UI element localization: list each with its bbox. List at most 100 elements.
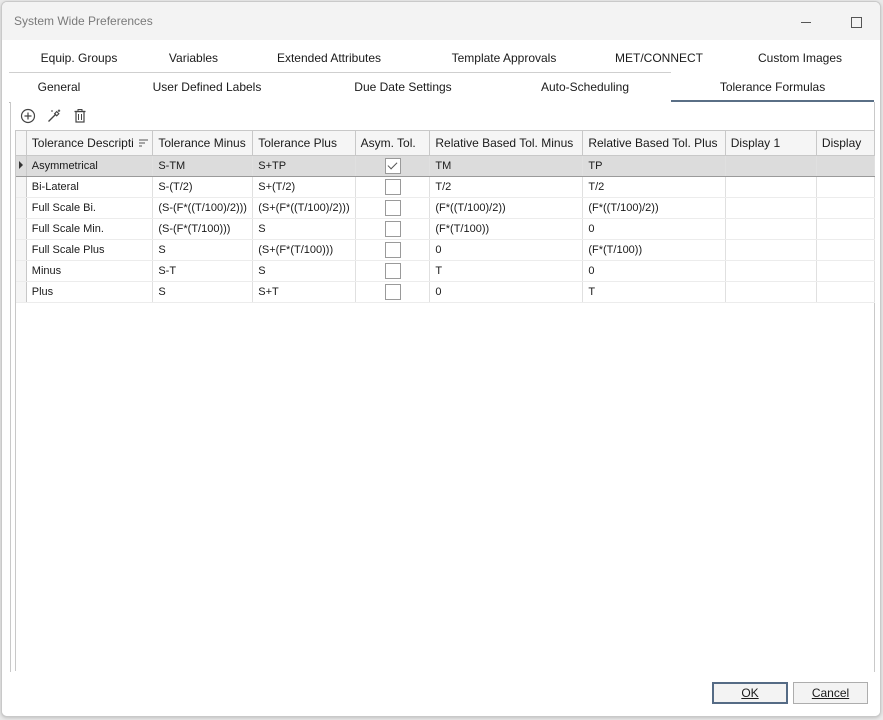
cell-tolerance-minus[interactable]: (S-(F*(T/100))) bbox=[152, 218, 254, 240]
minimize-icon bbox=[801, 21, 811, 23]
title-bar: System Wide Preferences bbox=[2, 2, 880, 40]
edit-button[interactable] bbox=[43, 105, 65, 127]
asym-checkbox[interactable] bbox=[384, 221, 401, 237]
table-row[interactable]: Minus S-T S T 0 bbox=[16, 260, 875, 282]
row-indicator bbox=[16, 260, 27, 282]
tab-met-connect[interactable]: MET/CONNECT bbox=[599, 44, 719, 73]
col-header-display-1[interactable]: Display 1 bbox=[725, 131, 817, 156]
delete-button[interactable] bbox=[69, 105, 91, 127]
col-header-tolerance-minus[interactable]: Tolerance Minus bbox=[152, 131, 254, 156]
table-row[interactable]: Full Scale Bi. (S-(F*((T/100)/2))) (S+(F… bbox=[16, 197, 875, 219]
col-header-description[interactable]: Tolerance Descripti bbox=[26, 131, 154, 156]
cell-display-2[interactable] bbox=[816, 176, 875, 198]
row-indicator bbox=[16, 155, 27, 177]
cell-display-2[interactable] bbox=[816, 239, 875, 261]
col-header-asym-tol[interactable]: Asym. Tol. bbox=[355, 131, 431, 156]
cell-rel-minus[interactable]: 0 bbox=[429, 281, 584, 303]
table-row[interactable]: Full Scale Plus S (S+(F*(T/100))) 0 (F*(… bbox=[16, 239, 875, 261]
dialog-content: Equip. Groups Variables Extended Attribu… bbox=[9, 40, 875, 673]
cell-rel-minus[interactable]: TM bbox=[429, 155, 584, 177]
cell-tolerance-minus[interactable]: S bbox=[152, 281, 254, 303]
ok-button[interactable]: OK bbox=[712, 682, 788, 704]
cell-description[interactable]: Plus bbox=[26, 281, 154, 303]
cell-description[interactable]: Asymmetrical bbox=[26, 155, 154, 177]
tab-extended-attributes[interactable]: Extended Attributes bbox=[259, 44, 399, 73]
tab-user-defined-labels[interactable]: User Defined Labels bbox=[137, 73, 277, 102]
cell-asym-tol bbox=[355, 218, 431, 240]
cell-display-2[interactable] bbox=[816, 218, 875, 240]
asym-checkbox[interactable] bbox=[384, 284, 401, 300]
cell-description[interactable]: Bi-Lateral bbox=[26, 176, 154, 198]
col-header-rel-plus[interactable]: Relative Based Tol. Plus bbox=[582, 131, 726, 156]
cell-display-2[interactable] bbox=[816, 155, 875, 177]
cell-tolerance-plus[interactable]: (S+(F*((T/100)/2))) bbox=[252, 197, 356, 219]
row-indicator bbox=[16, 281, 27, 303]
cancel-button-label: Cancel bbox=[811, 686, 850, 700]
tab-tolerance-formulas[interactable]: Tolerance Formulas bbox=[671, 73, 874, 103]
cell-rel-plus[interactable]: T/2 bbox=[582, 176, 726, 198]
tab-variables[interactable]: Variables bbox=[126, 44, 261, 73]
cell-tolerance-minus[interactable]: S-(T/2) bbox=[152, 176, 254, 198]
cell-display-1[interactable] bbox=[725, 155, 817, 177]
cell-description[interactable]: Full Scale Bi. bbox=[26, 197, 154, 219]
cell-tolerance-plus[interactable]: (S+(F*(T/100))) bbox=[252, 239, 356, 261]
cell-description[interactable]: Minus bbox=[26, 260, 154, 282]
col-header-rel-minus[interactable]: Relative Based Tol. Minus bbox=[429, 131, 584, 156]
cell-rel-plus[interactable]: TP bbox=[582, 155, 726, 177]
cell-rel-plus[interactable]: T bbox=[582, 281, 726, 303]
maximize-button[interactable] bbox=[842, 10, 870, 34]
cell-display-1[interactable] bbox=[725, 176, 817, 198]
tab-row-front: General User Defined Labels Due Date Set… bbox=[9, 73, 874, 103]
cell-rel-minus[interactable]: (F*(T/100)) bbox=[429, 218, 584, 240]
cell-rel-plus[interactable]: (F*(T/100)) bbox=[582, 239, 726, 261]
cell-asym-tol bbox=[355, 239, 431, 261]
cell-tolerance-minus[interactable]: (S-(F*((T/100)/2))) bbox=[152, 197, 254, 219]
table-row[interactable]: Full Scale Min. (S-(F*(T/100))) S (F*(T/… bbox=[16, 218, 875, 240]
asym-checkbox[interactable] bbox=[384, 158, 401, 174]
cell-display-2[interactable] bbox=[816, 281, 875, 303]
tab-template-approvals[interactable]: Template Approvals bbox=[429, 44, 579, 73]
cell-tolerance-plus[interactable]: S+TP bbox=[252, 155, 356, 177]
cell-rel-minus[interactable]: (F*((T/100)/2)) bbox=[429, 197, 584, 219]
add-button[interactable] bbox=[17, 105, 39, 127]
cell-tolerance-minus[interactable]: S-T bbox=[152, 260, 254, 282]
cell-rel-plus[interactable]: 0 bbox=[582, 218, 726, 240]
asym-checkbox[interactable] bbox=[384, 179, 401, 195]
minimize-button[interactable] bbox=[792, 10, 820, 34]
ok-button-label: OK bbox=[741, 686, 759, 700]
current-row-arrow-icon bbox=[19, 161, 23, 169]
cancel-button[interactable]: Cancel bbox=[793, 682, 868, 704]
cell-description[interactable]: Full Scale Plus bbox=[26, 239, 154, 261]
cell-display-1[interactable] bbox=[725, 260, 817, 282]
asym-checkbox[interactable] bbox=[384, 200, 401, 216]
cell-tolerance-plus[interactable]: S bbox=[252, 218, 356, 240]
cell-display-2[interactable] bbox=[816, 197, 875, 219]
cell-tolerance-minus[interactable]: S-TM bbox=[152, 155, 254, 177]
tab-general[interactable]: General bbox=[9, 73, 109, 102]
cell-display-1[interactable] bbox=[725, 218, 817, 240]
tab-auto-scheduling[interactable]: Auto-Scheduling bbox=[521, 73, 649, 102]
cell-tolerance-plus[interactable]: S+T bbox=[252, 281, 356, 303]
cell-description[interactable]: Full Scale Min. bbox=[26, 218, 154, 240]
cell-display-1[interactable] bbox=[725, 197, 817, 219]
table-row[interactable]: Asymmetrical S-TM S+TP TM TP bbox=[16, 155, 875, 177]
table-row[interactable]: Bi-Lateral S-(T/2) S+(T/2) T/2 T/2 bbox=[16, 176, 875, 198]
asym-checkbox[interactable] bbox=[384, 242, 401, 258]
col-header-tolerance-plus[interactable]: Tolerance Plus bbox=[252, 131, 356, 156]
cell-rel-minus[interactable]: T/2 bbox=[429, 176, 584, 198]
tab-due-date-settings[interactable]: Due Date Settings bbox=[333, 73, 473, 102]
cell-rel-minus[interactable]: T bbox=[429, 260, 584, 282]
cell-display-1[interactable] bbox=[725, 239, 817, 261]
col-header-display-2[interactable]: Display bbox=[816, 131, 875, 156]
table-row[interactable]: Plus S S+T 0 T bbox=[16, 281, 875, 303]
cell-tolerance-minus[interactable]: S bbox=[152, 239, 254, 261]
tab-custom-images[interactable]: Custom Images bbox=[735, 44, 865, 73]
asym-checkbox[interactable] bbox=[384, 263, 401, 279]
cell-display-2[interactable] bbox=[816, 260, 875, 282]
cell-rel-plus[interactable]: 0 bbox=[582, 260, 726, 282]
cell-rel-minus[interactable]: 0 bbox=[429, 239, 584, 261]
cell-display-1[interactable] bbox=[725, 281, 817, 303]
cell-tolerance-plus[interactable]: S+(T/2) bbox=[252, 176, 356, 198]
cell-tolerance-plus[interactable]: S bbox=[252, 260, 356, 282]
cell-rel-plus[interactable]: (F*((T/100)/2)) bbox=[582, 197, 726, 219]
